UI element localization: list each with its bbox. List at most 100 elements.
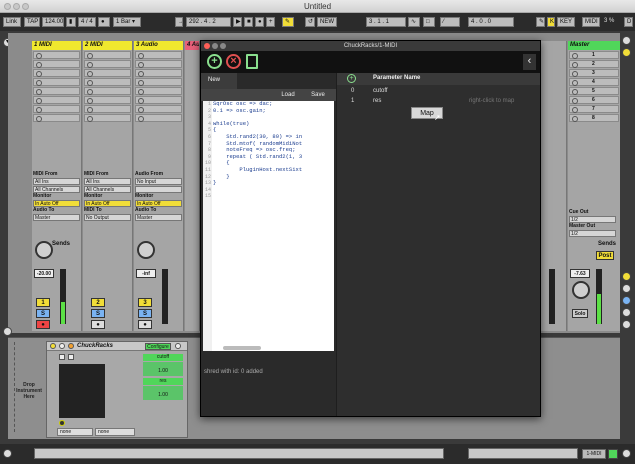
clip-slot[interactable] <box>33 69 80 77</box>
midi-map-button[interactable]: MIDI <box>582 17 600 27</box>
view-toggle-icon[interactable] <box>622 36 631 45</box>
clip-slot[interactable] <box>33 60 80 68</box>
input-select[interactable]: No Input <box>135 178 182 185</box>
quantize-select[interactable]: 1 Bar ▾ <box>113 17 141 27</box>
clip-slot[interactable] <box>135 114 182 122</box>
crossfader-toggle-icon[interactable] <box>622 320 631 329</box>
volume-field[interactable]: -20.00 <box>34 269 54 278</box>
clip-slot[interactable] <box>135 60 182 68</box>
scene-slot[interactable]: 6 <box>569 96 619 104</box>
draw-mode-icon[interactable]: ⁄ <box>440 17 460 27</box>
scene-slot[interactable]: 7 <box>569 105 619 113</box>
track-header[interactable]: 2 MIDI <box>83 41 132 50</box>
clip-slot[interactable] <box>84 105 131 113</box>
clip-slot[interactable] <box>84 78 131 86</box>
power-icon[interactable] <box>59 420 65 426</box>
output-select[interactable]: Master <box>135 214 182 221</box>
scene-slot[interactable]: 3 <box>569 69 619 77</box>
clip-slot[interactable] <box>33 114 80 122</box>
clip-slot[interactable] <box>84 114 131 122</box>
arm-button[interactable]: ● <box>91 320 105 329</box>
record-button[interactable]: ● <box>255 17 264 27</box>
volume-field[interactable]: -inf <box>136 269 156 278</box>
master-pan-knob[interactable] <box>572 281 590 299</box>
collapse-panel-icon[interactable]: ‹ <box>523 54 536 70</box>
channel-select[interactable]: All Channels <box>84 186 131 193</box>
loop-switch-icon[interactable]: ∿ <box>408 17 420 27</box>
monitor-toggle[interactable]: In Auto Off <box>135 200 182 207</box>
remove-shred-icon[interactable]: × <box>226 54 241 69</box>
param-res-slider[interactable]: 1.00 <box>143 386 183 400</box>
master-header[interactable]: Master <box>568 41 620 50</box>
automation-arm-icon[interactable]: ✎ <box>282 17 294 27</box>
input-select[interactable]: All Ins <box>33 178 80 185</box>
scene-slot[interactable]: 2 <box>569 60 619 68</box>
loop-back-icon[interactable]: ↺ <box>305 17 315 27</box>
key-map-button[interactable]: KEY <box>557 17 575 27</box>
clip-slot[interactable] <box>135 78 182 86</box>
clip-slot[interactable] <box>84 60 131 68</box>
follow-icon[interactable]: → <box>175 17 183 27</box>
nudge-icon[interactable]: ▮ <box>66 17 76 27</box>
loop-start-field[interactable]: 3 . 1 . 1 <box>366 17 406 27</box>
stop-button[interactable]: ■ <box>244 17 253 27</box>
returns-toggle-icon[interactable] <box>622 296 631 305</box>
new-button[interactable]: NEW <box>317 17 337 27</box>
send-knob[interactable] <box>35 241 53 259</box>
parameter-row[interactable]: 0 cutoff <box>337 87 540 96</box>
detail-view-icon[interactable] <box>622 449 631 458</box>
sends-toggle-icon[interactable] <box>622 284 631 293</box>
clip-slot[interactable] <box>84 96 131 104</box>
mapping-select-2[interactable]: none <box>95 428 135 436</box>
clip-slot[interactable] <box>135 96 182 104</box>
post-button[interactable]: Post <box>596 251 614 260</box>
clip-slot[interactable] <box>33 78 80 86</box>
tempo-field[interactable]: 124.00 <box>42 17 64 27</box>
monitor-toggle[interactable]: In Auto Off <box>84 200 131 207</box>
solo-button[interactable]: S <box>138 309 152 318</box>
load-button[interactable]: Load <box>275 90 301 100</box>
input-select[interactable]: All Ins <box>84 178 131 185</box>
detail-toggle-icon[interactable] <box>3 327 12 336</box>
clip-slot[interactable] <box>84 69 131 77</box>
channel-select[interactable] <box>135 186 182 193</box>
solo-button[interactable]: S <box>91 309 105 318</box>
channel-select[interactable]: All Channels <box>33 186 80 193</box>
track-activator[interactable]: 3 <box>138 298 152 307</box>
clip-slot[interactable] <box>135 69 182 77</box>
track-activator[interactable]: 1 <box>36 298 50 307</box>
pencil-icon[interactable]: ✎ <box>536 17 545 27</box>
arm-button[interactable]: ● <box>36 320 50 329</box>
clip-slot[interactable] <box>135 51 182 59</box>
clip-slot[interactable] <box>84 87 131 95</box>
clip-slot[interactable] <box>135 105 182 113</box>
clip-slot[interactable] <box>33 96 80 104</box>
link-button[interactable]: Link <box>3 17 21 27</box>
arrangement-position-field[interactable]: 292 . 4 . 2 <box>186 17 231 27</box>
add-parameter-icon[interactable]: + <box>347 74 356 83</box>
output-select[interactable]: No Output <box>84 214 131 221</box>
cue-out-select[interactable]: 1/2 <box>569 216 616 223</box>
plugin-slot[interactable] <box>59 364 105 418</box>
key-map-icon[interactable]: K <box>547 17 555 27</box>
chuck-minimize-icon[interactable] <box>212 43 218 49</box>
mapping-select-1[interactable]: none <box>57 428 93 436</box>
monitor-toggle[interactable]: In Auto Off <box>33 200 80 207</box>
scene-slot[interactable]: 1 <box>569 51 619 59</box>
track-header[interactable]: 3 Audio <box>134 41 183 50</box>
code-editor[interactable]: 1 2 3 4 5 6 7 8 9 10 11 12 13 14 15 SqrOsc osc => dac;… <box>203 101 334 351</box>
send-knob[interactable] <box>137 241 155 259</box>
io-toggle-icon[interactable] <box>622 272 631 281</box>
tap-button[interactable]: TAP <box>24 17 40 27</box>
track-header[interactable]: 4 Au <box>185 41 199 50</box>
configure-button[interactable]: Configure <box>145 343 171 350</box>
master-volume-field[interactable]: -7.63 <box>570 269 590 278</box>
device-save-icon[interactable] <box>175 343 181 349</box>
loop-length-field[interactable]: 4 . 0 . 0 <box>468 17 514 27</box>
time-signature-field[interactable]: 4 / 4 <box>78 17 96 27</box>
overdub-button[interactable]: + <box>266 17 275 27</box>
master-out-select[interactable]: 1/2 <box>569 230 616 237</box>
clip-slot[interactable] <box>84 51 131 59</box>
arm-button[interactable]: ● <box>138 320 152 329</box>
settings-icon[interactable] <box>68 354 74 360</box>
